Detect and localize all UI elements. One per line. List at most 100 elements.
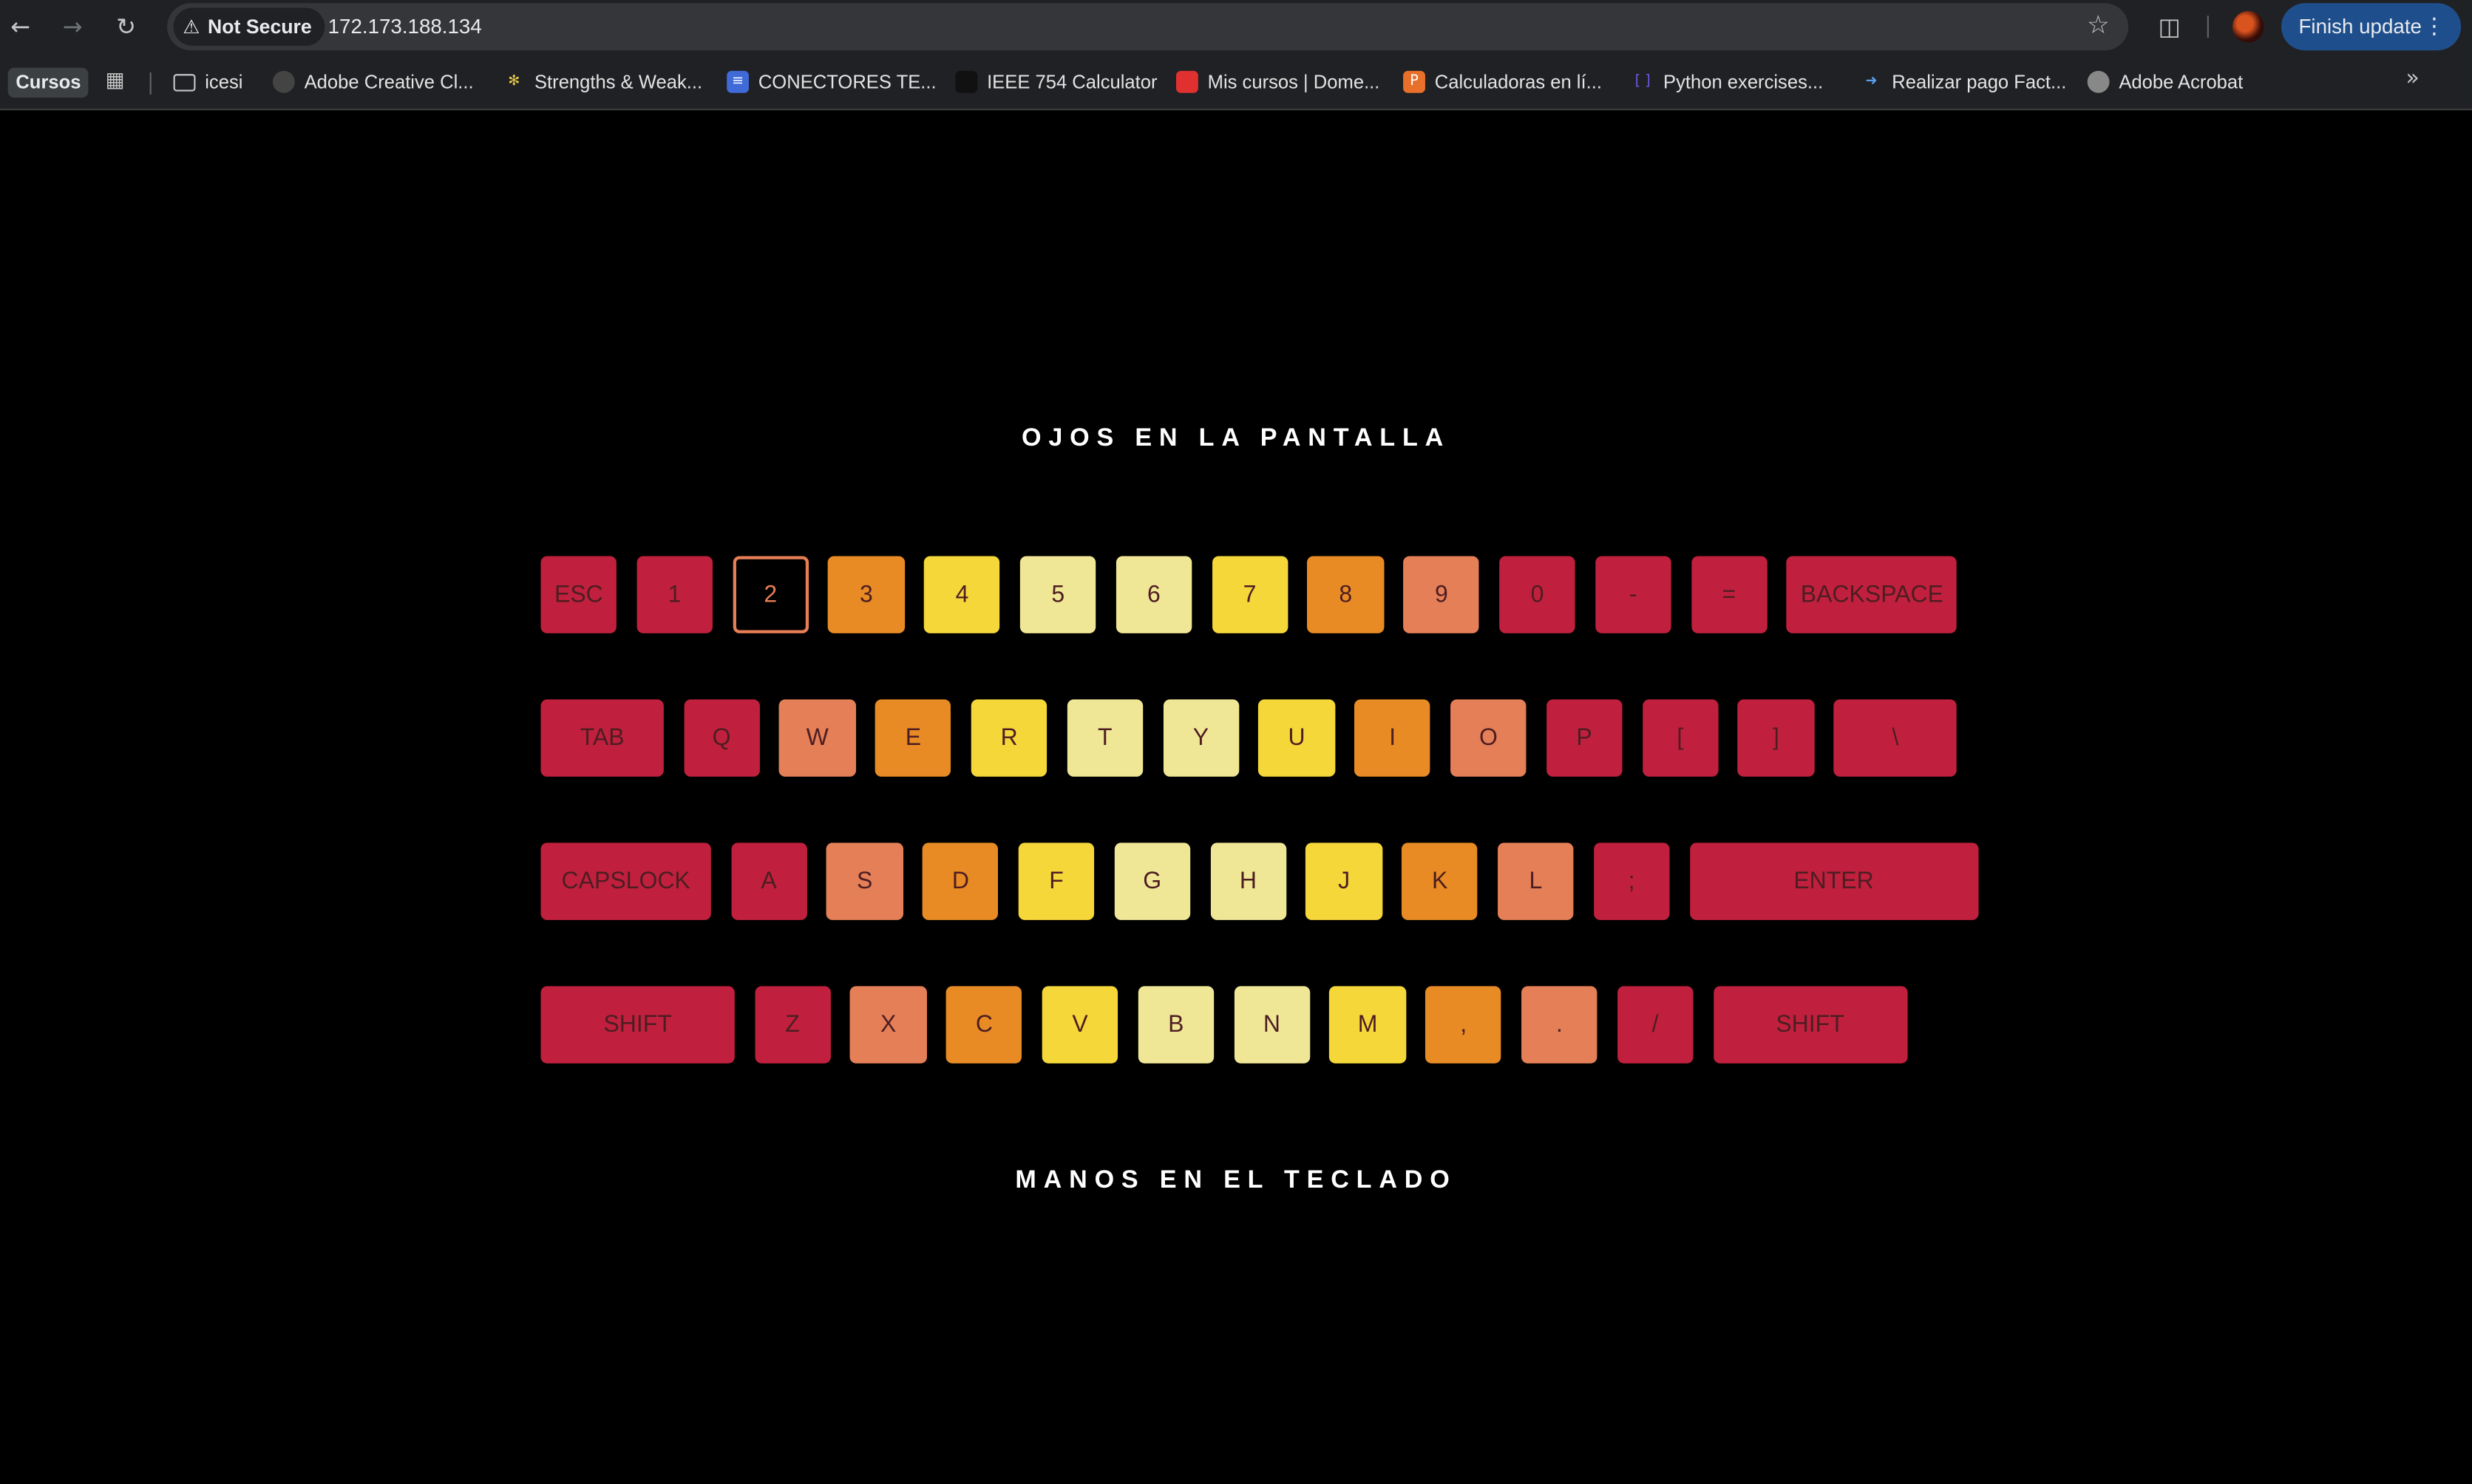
key-4[interactable]: 4 bbox=[924, 556, 1000, 633]
back-arrow-icon[interactable]: ← bbox=[3, 10, 38, 44]
bookmark-star-icon[interactable]: ☆ bbox=[2087, 10, 2110, 40]
page-title-bottom: MANOS EN EL TECLADO bbox=[1015, 1167, 1457, 1194]
key-symbol[interactable]: . bbox=[1521, 986, 1597, 1063]
key-l[interactable]: L bbox=[1498, 843, 1574, 920]
key-d[interactable]: D bbox=[923, 843, 999, 920]
bookmark-label: Realizar pago Fact... bbox=[1892, 70, 2067, 93]
key-8[interactable]: 8 bbox=[1307, 556, 1384, 633]
key-symbol[interactable]: = bbox=[1691, 556, 1768, 633]
key-c[interactable]: C bbox=[946, 986, 1022, 1063]
bracket-icon: [ ] bbox=[1634, 74, 1651, 90]
key-symbol[interactable]: [ bbox=[1642, 699, 1719, 777]
finish-update-label: Finish update bbox=[2298, 14, 2422, 38]
bookmark-item[interactable]: Adobe Acrobat bbox=[2087, 68, 2244, 96]
bookmark-label: Calculadoras en lí... bbox=[1434, 70, 1602, 93]
key-tab[interactable]: TAB bbox=[540, 699, 664, 777]
key-z[interactable]: Z bbox=[754, 986, 831, 1063]
forward-arrow-icon[interactable]: → bbox=[55, 10, 90, 44]
key-5[interactable]: 5 bbox=[1019, 556, 1096, 633]
bookmark-label: Python exercises... bbox=[1663, 70, 1824, 93]
bookmark-item[interactable]: P Calculadoras en lí... bbox=[1403, 68, 1602, 96]
key-r[interactable]: R bbox=[971, 699, 1047, 777]
globe-icon bbox=[2087, 70, 2110, 93]
address-bar[interactable]: ⚠ Not Secure 172.173.188.134 ☆ bbox=[167, 3, 2129, 51]
bookmark-label: IEEE 754 Calculator bbox=[987, 70, 1158, 93]
bookmark-item[interactable]: ➜ Realizar pago Fact... bbox=[1861, 68, 2067, 96]
key-y[interactable]: Y bbox=[1163, 699, 1239, 777]
key-u[interactable]: U bbox=[1258, 699, 1335, 777]
key-j[interactable]: J bbox=[1305, 843, 1382, 920]
key-shift[interactable]: SHIFT bbox=[1713, 986, 1907, 1063]
bookmark-item[interactable]: icesi bbox=[173, 68, 242, 96]
toolbar-divider bbox=[2207, 16, 2209, 38]
profile-avatar[interactable] bbox=[2232, 10, 2264, 43]
key-2[interactable]: 2 bbox=[732, 556, 809, 633]
key-h[interactable]: H bbox=[1210, 843, 1286, 920]
key-p[interactable]: P bbox=[1546, 699, 1623, 777]
key-m[interactable]: M bbox=[1329, 986, 1406, 1063]
key-0[interactable]: 0 bbox=[1499, 556, 1575, 633]
key-symbol[interactable]: , bbox=[1425, 986, 1502, 1063]
key-capslock[interactable]: CAPSLOCK bbox=[540, 843, 711, 920]
bookmark-label: Mis cursos | Dome... bbox=[1207, 70, 1380, 93]
security-chip[interactable]: ⚠ Not Secure bbox=[173, 7, 325, 46]
key-9[interactable]: 9 bbox=[1403, 556, 1480, 633]
key-t[interactable]: T bbox=[1067, 699, 1144, 777]
key-symbol[interactable]: - bbox=[1595, 556, 1671, 633]
browser-toolbar: ← → ↻ ⚠ Not Secure 172.173.188.134 ☆ ◫ F… bbox=[0, 0, 2472, 54]
bookmark-item[interactable]: [ ] Python exercises... bbox=[1631, 68, 1824, 96]
reload-icon[interactable]: ↻ bbox=[109, 10, 143, 44]
key-a[interactable]: A bbox=[730, 843, 807, 920]
calc-icon: P bbox=[1403, 70, 1425, 93]
key-n[interactable]: N bbox=[1234, 986, 1310, 1063]
key-enter[interactable]: ENTER bbox=[1689, 843, 1978, 920]
extensions-icon[interactable]: ◫ bbox=[2153, 11, 2185, 43]
url-text[interactable]: 172.173.188.134 bbox=[328, 3, 482, 50]
warning-icon: ⚠ bbox=[183, 16, 200, 38]
key-symbol[interactable]: / bbox=[1617, 986, 1694, 1063]
key-1[interactable]: 1 bbox=[636, 556, 713, 633]
key-esc[interactable]: ESC bbox=[540, 556, 617, 633]
bookmark-label: Adobe Acrobat bbox=[2119, 70, 2244, 93]
key-symbol[interactable]: ; bbox=[1593, 843, 1670, 920]
bookmarks-bar: Cursos ▦ icesi Adobe Creative Cl... ✻ Stren… bbox=[0, 53, 2472, 111]
key-3[interactable]: 3 bbox=[828, 556, 905, 633]
bookmark-item[interactable]: ≡ CONECTORES TE... bbox=[727, 68, 937, 96]
key-e[interactable]: E bbox=[875, 699, 951, 777]
more-bookmarks-icon[interactable]: » bbox=[2406, 67, 2420, 92]
page-title-top: OJOS EN LA PANTALLA bbox=[1021, 425, 1451, 452]
apps-grid-icon[interactable]: ▦ bbox=[104, 68, 126, 96]
security-label: Not Secure bbox=[208, 16, 312, 38]
key-symbol[interactable]: \ bbox=[1833, 699, 1957, 777]
domestika-icon bbox=[1175, 70, 1198, 93]
key-7[interactable]: 7 bbox=[1212, 556, 1288, 633]
car-icon bbox=[955, 70, 978, 93]
key-g[interactable]: G bbox=[1114, 843, 1191, 920]
folder-icon bbox=[173, 73, 196, 91]
key-x[interactable]: X bbox=[850, 986, 927, 1063]
key-v[interactable]: V bbox=[1042, 986, 1118, 1063]
key-f[interactable]: F bbox=[1018, 843, 1095, 920]
bookmark-label: Adobe Creative Cl... bbox=[304, 70, 474, 93]
bookmark-item[interactable]: IEEE 754 Calculator bbox=[955, 68, 1158, 96]
finish-update-button[interactable]: Finish update ⋮ bbox=[2281, 3, 2462, 51]
key-w[interactable]: W bbox=[779, 699, 856, 777]
key-shift[interactable]: SHIFT bbox=[540, 986, 735, 1063]
key-k[interactable]: K bbox=[1402, 843, 1478, 920]
bookmark-item[interactable]: Adobe Creative Cl... bbox=[272, 68, 474, 96]
more-menu-icon: ⋮ bbox=[2422, 14, 2445, 40]
key-i[interactable]: I bbox=[1354, 699, 1431, 777]
bookmark-item[interactable]: ✻ Strengths & Weak... bbox=[503, 68, 702, 96]
key-o[interactable]: O bbox=[1450, 699, 1527, 777]
key-b[interactable]: B bbox=[1138, 986, 1215, 1063]
key-s[interactable]: S bbox=[826, 843, 903, 920]
bookmark-item[interactable]: Mis cursos | Dome... bbox=[1175, 68, 1380, 96]
key-symbol[interactable]: ] bbox=[1738, 699, 1814, 777]
bookmark-label: CONECTORES TE... bbox=[758, 70, 937, 93]
key-q[interactable]: Q bbox=[683, 699, 760, 777]
key-6[interactable]: 6 bbox=[1116, 556, 1192, 633]
doc-icon: ≡ bbox=[727, 70, 750, 93]
bookmark-label: Strengths & Weak... bbox=[534, 70, 703, 93]
profile-chip[interactable]: Cursos bbox=[7, 67, 89, 98]
key-backspace[interactable]: BACKSPACE bbox=[1787, 556, 1957, 633]
